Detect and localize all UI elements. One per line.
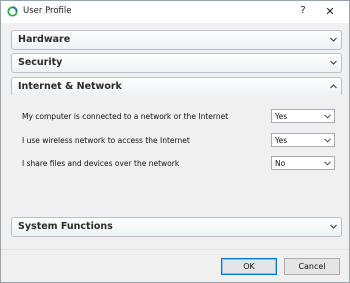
close-button[interactable]: ✕ xyxy=(323,5,337,19)
ok-button[interactable]: OK xyxy=(221,258,277,275)
title-bar: User Profile ? ✕ xyxy=(1,1,349,23)
panel-security-label: Security xyxy=(18,57,63,68)
chevron-down-icon[interactable] xyxy=(329,35,338,44)
wireless-select[interactable]: Yes xyxy=(271,133,335,147)
share-select[interactable]: No xyxy=(271,156,335,170)
panel-system-label: System Functions xyxy=(18,221,113,232)
panel-security[interactable]: Security xyxy=(11,53,342,73)
question-label: I use wireless network to access the Int… xyxy=(22,136,190,145)
dropdown-arrow-icon xyxy=(324,138,331,143)
question-label: My computer is connected to a network or… xyxy=(22,112,229,121)
internet-network-content: My computer is connected to a network or… xyxy=(11,95,342,213)
window-title: User Profile xyxy=(23,6,72,16)
help-button[interactable]: ? xyxy=(296,5,310,19)
panel-internet-network[interactable]: Internet & Network xyxy=(11,77,342,97)
chevron-up-icon[interactable] xyxy=(329,82,338,91)
panel-hardware-label: Hardware xyxy=(18,34,71,45)
connected-select[interactable]: Yes xyxy=(271,109,335,123)
select-value: No xyxy=(275,159,286,168)
panel-internet-label: Internet & Network xyxy=(18,81,122,92)
chevron-down-icon[interactable] xyxy=(329,222,338,231)
user-profile-dialog: User Profile ? ✕ Hardware Security Inter… xyxy=(0,0,350,283)
cancel-button[interactable]: Cancel xyxy=(284,258,340,275)
panel-system-functions[interactable]: System Functions xyxy=(11,217,342,237)
app-status-icon xyxy=(7,6,18,17)
dropdown-arrow-icon xyxy=(324,114,331,119)
chevron-down-icon[interactable] xyxy=(329,58,338,67)
footer-divider xyxy=(1,249,349,250)
select-value: Yes xyxy=(275,112,288,121)
question-label: I share files and devices over the netwo… xyxy=(22,159,180,168)
dropdown-arrow-icon xyxy=(324,161,331,166)
select-value: Yes xyxy=(275,136,288,145)
panel-hardware[interactable]: Hardware xyxy=(11,30,342,50)
